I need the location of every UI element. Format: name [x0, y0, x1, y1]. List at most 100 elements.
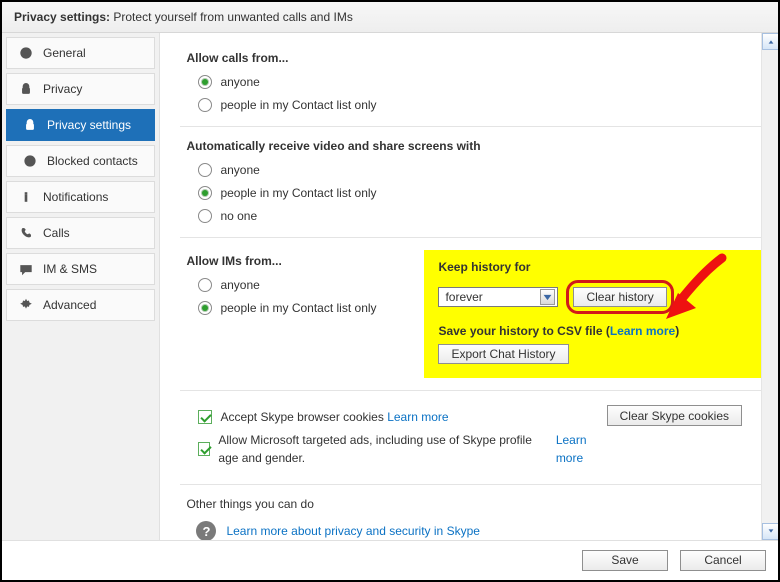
radio-calls-anyone[interactable]: anyone: [198, 73, 756, 91]
radio-label: people in my Contact list only: [220, 299, 376, 317]
sidebar-item-privacy[interactable]: Privacy: [6, 73, 155, 105]
info-icon: [17, 190, 35, 204]
gear-icon: [17, 298, 35, 312]
radio-ims-anyone[interactable]: anyone: [198, 276, 406, 294]
sidebar-item-label: General: [43, 46, 86, 60]
history-duration-select[interactable]: forever: [438, 287, 558, 307]
chat-icon: [17, 262, 35, 276]
accept-cookies-learn-more-link[interactable]: Learn more: [387, 408, 448, 426]
export-row: Export Chat History: [438, 344, 764, 364]
phone-icon: [17, 226, 35, 240]
radio-label: anyone: [220, 73, 259, 91]
sidebar-item-label: Calls: [43, 226, 70, 240]
button-label: Clear history: [586, 290, 653, 304]
lock-icon: [17, 82, 35, 96]
radio-calls-contacts[interactable]: people in my Contact list only: [198, 96, 756, 114]
cookies-left: Accept Skype browser cookies Learn more …: [186, 403, 606, 472]
clear-history-highlight-ring: Clear history: [566, 280, 673, 314]
checkbox-icon: [198, 410, 212, 424]
radio-video-noone[interactable]: no one: [198, 207, 756, 225]
sidebar-item-general[interactable]: S General: [6, 37, 155, 69]
scroll-up-icon[interactable]: [762, 33, 778, 50]
sidebar-item-label: Blocked contacts: [47, 154, 138, 168]
history-controls-row: forever Clear history: [438, 280, 764, 314]
sidebar-item-notifications[interactable]: Notifications: [6, 181, 155, 213]
sidebar-item-im-sms[interactable]: IM & SMS: [6, 253, 155, 285]
history-save-title: Save your history to CSV file (Learn mor…: [438, 324, 764, 338]
chevron-down-icon: [540, 289, 555, 305]
clear-skype-cookies-button[interactable]: Clear Skype cookies: [607, 405, 742, 426]
privacy-security-learn-more-link[interactable]: Learn more about privacy and security in…: [226, 524, 479, 538]
blocked-icon: [21, 154, 39, 168]
header-title-bold: Privacy settings:: [14, 10, 110, 24]
content-row: S General Privacy Privacy settings Block…: [2, 33, 778, 540]
ims-col: Allow IMs from... anyone people in my Co…: [186, 250, 406, 378]
sidebar-item-label: IM & SMS: [43, 262, 97, 276]
button-label: Export Chat History: [451, 347, 555, 361]
clear-history-button[interactable]: Clear history: [573, 287, 666, 307]
sidebar-item-calls[interactable]: Calls: [6, 217, 155, 249]
divider: [180, 484, 762, 485]
sidebar: S General Privacy Privacy settings Block…: [2, 33, 160, 540]
radio-video-contacts[interactable]: people in my Contact list only: [198, 184, 756, 202]
checkbox-label: Allow Microsoft targeted ads, including …: [218, 431, 552, 467]
scrollbar[interactable]: [761, 33, 778, 540]
history-title: Keep history for: [438, 260, 764, 274]
checkbox-icon: [198, 442, 210, 456]
divider: [180, 390, 762, 391]
button-label: Cancel: [704, 553, 741, 567]
skype-icon: S: [17, 46, 35, 60]
cancel-button[interactable]: Cancel: [680, 550, 766, 571]
main-panel: Allow calls from... anyone people in my …: [160, 33, 778, 540]
radio-icon: [198, 301, 212, 315]
button-label: Save: [611, 553, 638, 567]
radio-icon: [198, 98, 212, 112]
targeted-ads-learn-more-link[interactable]: Learn more: [556, 431, 607, 467]
sidebar-item-label: Privacy settings: [47, 118, 131, 132]
radio-label: people in my Contact list only: [220, 184, 376, 202]
radio-label: anyone: [220, 161, 259, 179]
history-save-text-a: Save your history to CSV file (: [438, 324, 609, 338]
sidebar-item-label: Advanced: [43, 298, 96, 312]
divider: [180, 126, 762, 127]
radio-icon: [198, 75, 212, 89]
section-video-title: Automatically receive video and share sc…: [186, 139, 756, 153]
checkbox-accept-cookies[interactable]: Accept Skype browser cookies Learn more: [198, 408, 606, 426]
sidebar-item-blocked-contacts[interactable]: Blocked contacts: [6, 145, 155, 177]
radio-label: anyone: [220, 276, 259, 294]
divider: [180, 237, 762, 238]
radio-icon: [198, 186, 212, 200]
checkbox-label: Accept Skype browser cookies: [220, 408, 383, 426]
scroll-down-icon[interactable]: [762, 523, 778, 540]
ims-history-row: Allow IMs from... anyone people in my Co…: [186, 250, 756, 378]
lock-icon: [21, 118, 39, 132]
sidebar-item-label: Notifications: [43, 190, 108, 204]
radio-icon: [198, 163, 212, 177]
radio-ims-contacts[interactable]: people in my Contact list only: [198, 299, 406, 317]
radio-label: people in my Contact list only: [220, 96, 376, 114]
section-calls-title: Allow calls from...: [186, 51, 756, 65]
history-highlight-box: Keep history for forever Clear history S…: [424, 250, 778, 378]
radio-icon: [198, 209, 212, 223]
header-title-rest: Protect yourself from unwanted calls and…: [110, 10, 353, 24]
cookies-right: Clear Skype cookies: [607, 403, 756, 426]
sidebar-item-privacy-settings[interactable]: Privacy settings: [6, 109, 155, 141]
sidebar-item-advanced[interactable]: Advanced: [6, 289, 155, 321]
export-chat-history-button[interactable]: Export Chat History: [438, 344, 568, 364]
footer: Save Cancel: [2, 540, 778, 580]
section-ims-title: Allow IMs from...: [186, 254, 406, 268]
other-link-row: ? Learn more about privacy and security …: [196, 521, 756, 540]
history-save-text-b: ): [675, 324, 679, 338]
cookies-block: Accept Skype browser cookies Learn more …: [186, 403, 756, 472]
sidebar-item-label: Privacy: [43, 82, 82, 96]
other-title: Other things you can do: [186, 497, 756, 511]
svg-text:S: S: [23, 49, 28, 58]
radio-label: no one: [220, 207, 257, 225]
radio-video-anyone[interactable]: anyone: [198, 161, 756, 179]
save-button[interactable]: Save: [582, 550, 668, 571]
checkbox-targeted-ads[interactable]: Allow Microsoft targeted ads, including …: [198, 431, 606, 467]
help-icon: ?: [196, 521, 216, 540]
select-value: forever: [445, 290, 482, 304]
button-label: Clear Skype cookies: [620, 409, 729, 423]
history-save-learn-more-link[interactable]: Learn more: [610, 324, 675, 338]
